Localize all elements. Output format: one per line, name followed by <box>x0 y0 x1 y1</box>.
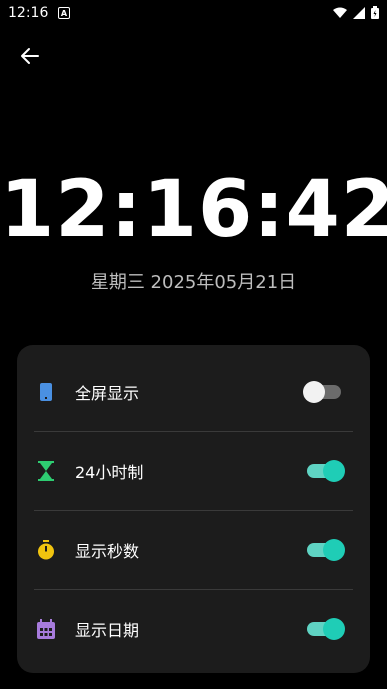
setting-label: 显示日期 <box>75 621 140 640</box>
stopwatch-icon <box>36 540 56 560</box>
setting-label: 全屏显示 <box>75 384 140 403</box>
setting-row-24h[interactable]: 24小时制 <box>34 432 353 510</box>
signal-icon <box>353 6 365 19</box>
wifi-icon <box>333 7 347 18</box>
setting-row-fullscreen[interactable]: 全屏显示 <box>34 353 353 431</box>
system-icons <box>333 6 379 19</box>
hourglass-icon <box>36 461 56 481</box>
phone-icon <box>36 382 56 402</box>
setting-row-date[interactable]: 显示日期 <box>34 590 353 668</box>
24h-toggle[interactable] <box>307 460 345 482</box>
clock-time: 12:16:42 <box>0 165 387 255</box>
status-time: 12:16 <box>8 5 49 21</box>
status-bar: 12:16 A <box>0 0 387 28</box>
setting-label: 显示秒数 <box>75 542 140 561</box>
seconds-toggle[interactable] <box>307 539 345 561</box>
notification-icon: A <box>58 7 70 19</box>
battery-icon <box>371 6 379 19</box>
setting-label: 24小时制 <box>75 463 144 482</box>
date-toggle[interactable] <box>307 618 345 640</box>
clock-date: 星期三 2025年05月21日 <box>90 272 297 293</box>
setting-row-seconds[interactable]: 显示秒数 <box>34 511 353 589</box>
fullscreen-toggle[interactable] <box>303 381 343 403</box>
settings-card: 全屏显示 24小时制 显示秒数 显示日期 <box>17 345 370 673</box>
calendar-icon <box>36 619 56 639</box>
back-arrow-icon[interactable] <box>18 44 42 68</box>
